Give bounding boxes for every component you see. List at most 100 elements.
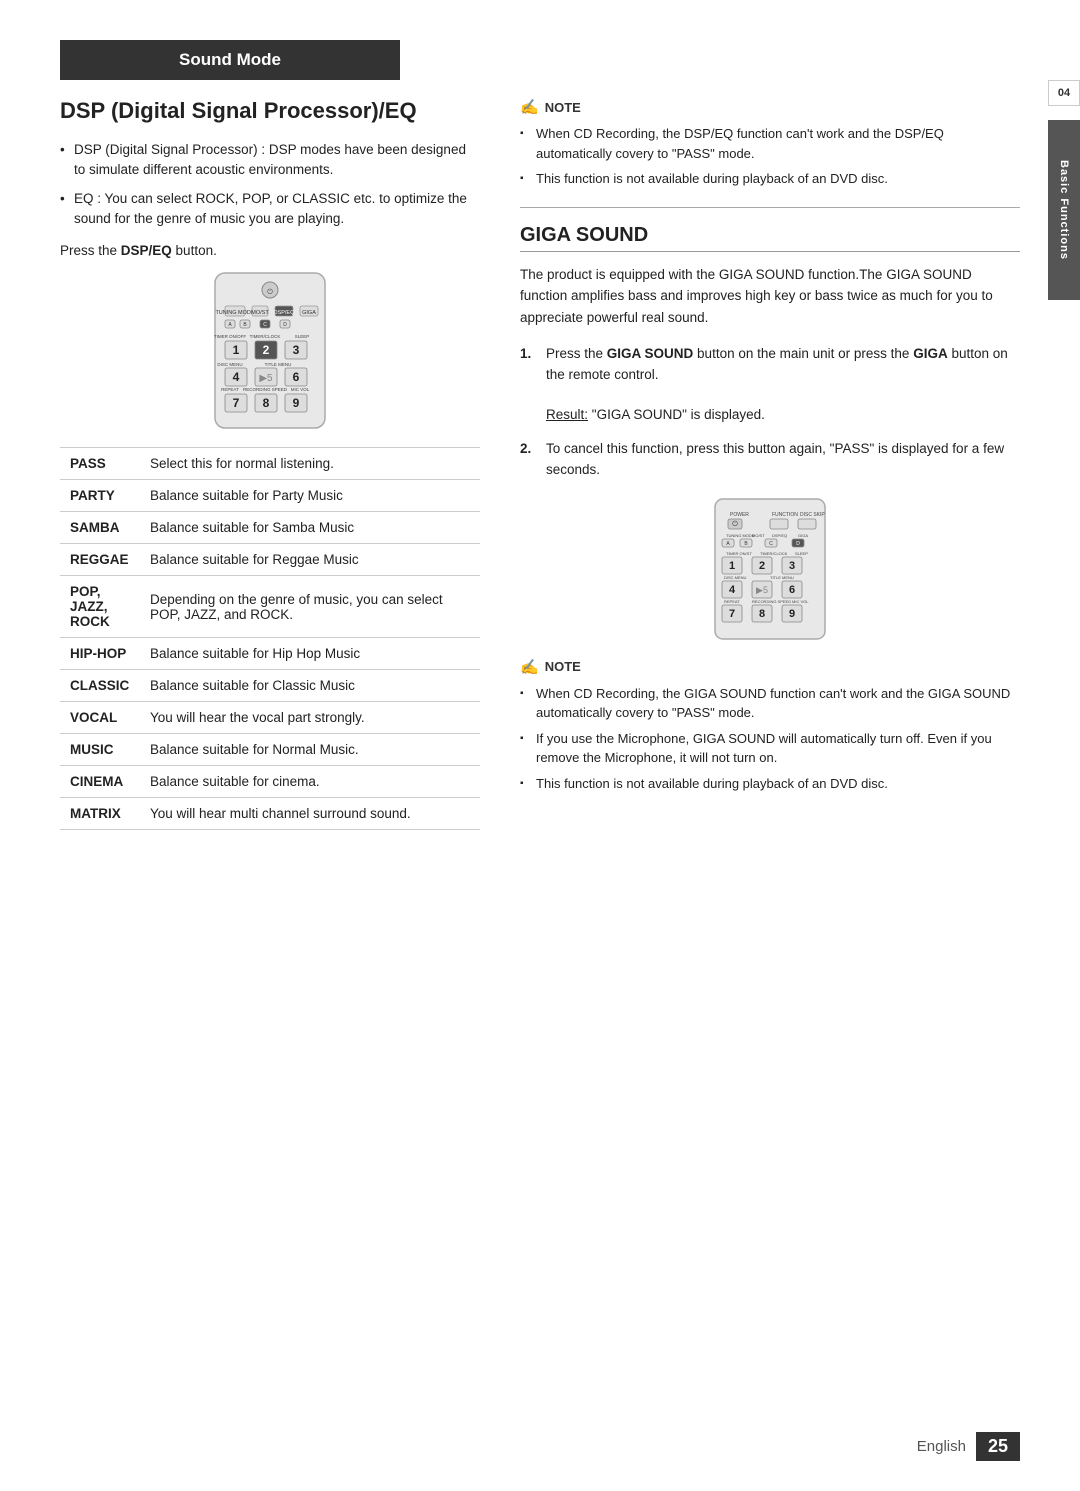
remote-image-right-container: POWER FUNCTION DISC SKIP ⏻ TUNING MODE M… bbox=[520, 494, 1020, 644]
table-row: PARTY Balance suitable for Party Music bbox=[60, 480, 480, 512]
table-row: REGGAE Balance suitable for Reggae Music bbox=[60, 544, 480, 576]
mode-label: SAMBA bbox=[60, 512, 140, 544]
svg-text:6: 6 bbox=[293, 370, 300, 384]
svg-text:8: 8 bbox=[263, 396, 270, 410]
svg-text:C: C bbox=[769, 541, 773, 547]
svg-text:9: 9 bbox=[293, 396, 300, 410]
svg-text:⏻: ⏻ bbox=[732, 520, 738, 528]
svg-text:DSP/EQ: DSP/EQ bbox=[274, 310, 296, 316]
note-section-top: ✍ NOTE When CD Recording, the DSP/EQ fun… bbox=[520, 98, 1020, 189]
note-label: NOTE bbox=[545, 100, 581, 115]
svg-text:9: 9 bbox=[789, 608, 795, 620]
note-item: This function is not available during pl… bbox=[520, 169, 1020, 189]
note-icon-bottom: ✍ bbox=[520, 658, 539, 676]
svg-text:SLEEP: SLEEP bbox=[795, 551, 808, 556]
step-number-2: 2. bbox=[520, 439, 536, 480]
result-label: Result: bbox=[546, 407, 588, 422]
svg-text:REPEAT: REPEAT bbox=[724, 599, 740, 604]
mode-desc: You will hear multi channel surround sou… bbox=[140, 798, 480, 830]
bullet-item: EQ : You can select ROCK, POP, or CLASSI… bbox=[60, 189, 480, 230]
giga-sound-body: The product is equipped with the GIGA SO… bbox=[520, 264, 1020, 329]
mode-label: HIP-HOP bbox=[60, 638, 140, 670]
svg-text:TIMER ON/ST: TIMER ON/ST bbox=[726, 551, 752, 556]
svg-text:TIMER/CLOCK: TIMER/CLOCK bbox=[250, 334, 281, 339]
step-number-1: 1. bbox=[520, 344, 536, 425]
mode-label: PARTY bbox=[60, 480, 140, 512]
step-2: 2. To cancel this function, press this b… bbox=[520, 439, 1020, 480]
table-row: VOCAL You will hear the vocal part stron… bbox=[60, 702, 480, 734]
right-column: ✍ NOTE When CD Recording, the DSP/EQ fun… bbox=[520, 98, 1020, 830]
note-label-bottom: NOTE bbox=[545, 659, 581, 674]
press-text: Press the DSP/EQ button. bbox=[60, 243, 480, 258]
mode-desc: Balance suitable for Reggae Music bbox=[140, 544, 480, 576]
mode-desc: Balance suitable for cinema. bbox=[140, 766, 480, 798]
svg-text:MO/ST: MO/ST bbox=[251, 310, 269, 316]
svg-text:7: 7 bbox=[233, 396, 240, 410]
mode-table: PASS Select this for normal listening. P… bbox=[60, 447, 480, 830]
svg-text:MIC VOL: MIC VOL bbox=[291, 387, 310, 392]
svg-text:▶5: ▶5 bbox=[756, 585, 768, 595]
left-column: DSP (Digital Signal Processor)/EQ DSP (D… bbox=[60, 98, 480, 830]
table-row: PASS Select this for normal listening. bbox=[60, 448, 480, 480]
language-label: English bbox=[917, 1438, 966, 1455]
svg-text:DISC SKIP: DISC SKIP bbox=[800, 512, 825, 518]
note-item: When CD Recording, the DSP/EQ function c… bbox=[520, 124, 1020, 163]
mode-desc: Balance suitable for Classic Music bbox=[140, 670, 480, 702]
svg-text:DISC MENU: DISC MENU bbox=[217, 362, 242, 367]
table-row: CLASSIC Balance suitable for Classic Mus… bbox=[60, 670, 480, 702]
svg-text:7: 7 bbox=[729, 608, 735, 620]
table-row: MUSIC Balance suitable for Normal Music. bbox=[60, 734, 480, 766]
mode-label: POP, JAZZ, ROCK bbox=[60, 576, 140, 638]
mode-desc: Balance suitable for Normal Music. bbox=[140, 734, 480, 766]
svg-text:4: 4 bbox=[233, 370, 240, 384]
note-item: If you use the Microphone, GIGA SOUND wi… bbox=[520, 729, 1020, 768]
mode-label: REGGAE bbox=[60, 544, 140, 576]
svg-text:GIGA: GIGA bbox=[302, 310, 316, 316]
mode-label: CLASSIC bbox=[60, 670, 140, 702]
page-number: 25 bbox=[976, 1432, 1020, 1461]
svg-text:TITLE MENU: TITLE MENU bbox=[770, 575, 794, 580]
svg-text:SLEEP: SLEEP bbox=[295, 334, 310, 339]
note-title: ✍ NOTE bbox=[520, 98, 1020, 116]
remote-image-left: ⏻ TUNING MODE MO/ST DSP/EQ GIGA A B bbox=[210, 268, 330, 433]
giga-sound-title: GIGA SOUND bbox=[520, 224, 1020, 252]
svg-text:TITLE MENU: TITLE MENU bbox=[265, 362, 292, 367]
svg-text:TIMER ON/OFF: TIMER ON/OFF bbox=[214, 334, 246, 339]
mode-desc: Balance suitable for Hip Hop Music bbox=[140, 638, 480, 670]
svg-text:1: 1 bbox=[729, 560, 735, 572]
intro-bullets: DSP (Digital Signal Processor) : DSP mod… bbox=[60, 140, 480, 229]
note-icon: ✍ bbox=[520, 98, 539, 116]
mode-label: MUSIC bbox=[60, 734, 140, 766]
svg-text:2: 2 bbox=[759, 560, 765, 572]
svg-text:DSP/EQ: DSP/EQ bbox=[772, 533, 787, 538]
svg-text:4: 4 bbox=[729, 584, 736, 596]
svg-text:⏻: ⏻ bbox=[267, 288, 273, 296]
svg-text:D: D bbox=[283, 322, 287, 328]
svg-text:RECORDING SPEED: RECORDING SPEED bbox=[243, 387, 288, 392]
svg-text:POWER: POWER bbox=[730, 512, 749, 518]
note-section-bottom: ✍ NOTE When CD Recording, the GIGA SOUND… bbox=[520, 658, 1020, 794]
mode-desc: You will hear the vocal part strongly. bbox=[140, 702, 480, 734]
mode-label: MATRIX bbox=[60, 798, 140, 830]
mode-label: VOCAL bbox=[60, 702, 140, 734]
step-content-2: To cancel this function, press this butt… bbox=[546, 439, 1020, 480]
sound-mode-header: Sound Mode bbox=[60, 40, 400, 80]
divider bbox=[520, 207, 1020, 208]
note-list-bottom: When CD Recording, the GIGA SOUND functi… bbox=[520, 684, 1020, 794]
svg-text:8: 8 bbox=[759, 608, 765, 620]
svg-text:MIC VOL: MIC VOL bbox=[792, 599, 809, 604]
svg-text:FUNCTION: FUNCTION bbox=[772, 512, 798, 518]
result-value: "GIGA SOUND" is displayed. bbox=[592, 407, 765, 422]
svg-text:2: 2 bbox=[263, 343, 270, 357]
note-item: When CD Recording, the GIGA SOUND functi… bbox=[520, 684, 1020, 723]
svg-text:DISC MENU: DISC MENU bbox=[724, 575, 747, 580]
svg-text:C: C bbox=[263, 322, 267, 328]
note-item: This function is not available during pl… bbox=[520, 774, 1020, 794]
svg-text:REPEAT: REPEAT bbox=[221, 387, 239, 392]
svg-text:D: D bbox=[796, 541, 800, 547]
page-title: DSP (Digital Signal Processor)/EQ bbox=[60, 98, 480, 124]
table-row: MATRIX You will hear multi channel surro… bbox=[60, 798, 480, 830]
mode-label: PASS bbox=[60, 448, 140, 480]
giga-sound-section: GIGA SOUND The product is equipped with … bbox=[520, 224, 1020, 794]
table-row: POP, JAZZ, ROCK Depending on the genre o… bbox=[60, 576, 480, 638]
